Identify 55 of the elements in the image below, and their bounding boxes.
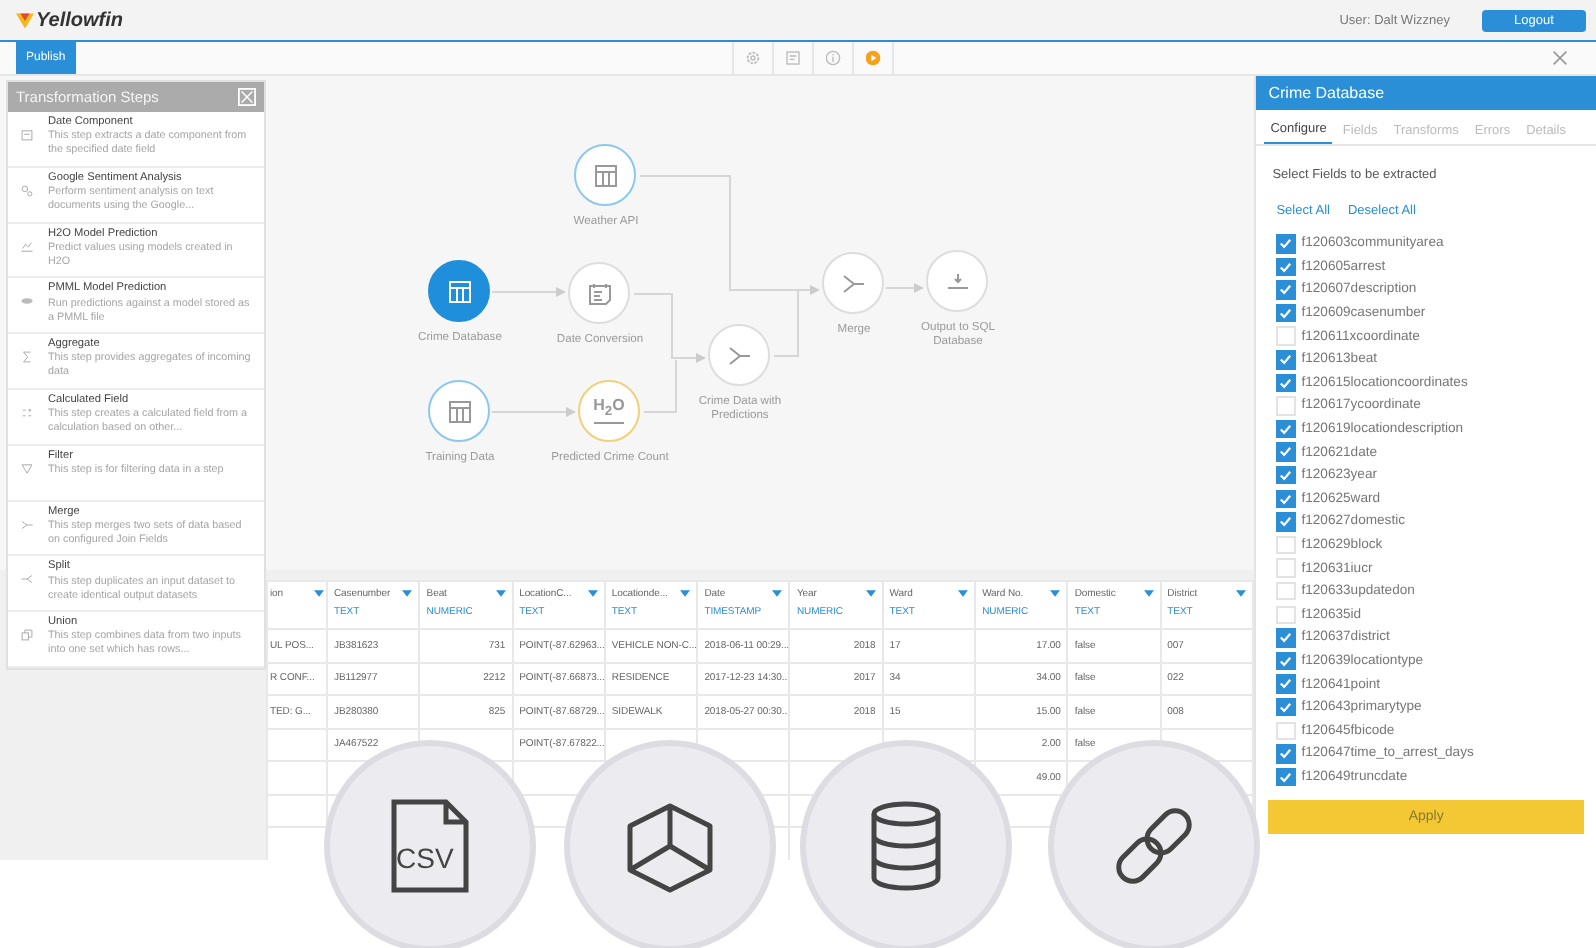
step-icon: [20, 405, 34, 420]
step-icon: [20, 239, 34, 254]
sort-icon[interactable]: [402, 590, 413, 598]
checkbox[interactable]: [1276, 257, 1296, 277]
checkbox[interactable]: [1276, 280, 1296, 300]
merge-icon: [839, 269, 867, 297]
close-icon[interactable]: [1552, 50, 1568, 66]
step-icon: [20, 628, 34, 643]
sort-icon[interactable]: [865, 590, 876, 598]
table-icon: [445, 397, 473, 425]
checkbox[interactable]: [1276, 767, 1296, 787]
logo: Yellowfin: [36, 9, 124, 31]
checkbox[interactable]: [1276, 697, 1296, 717]
checkbox[interactable]: [1276, 674, 1296, 694]
flow-node[interactable]: [428, 380, 490, 442]
checkbox[interactable]: [1276, 489, 1296, 509]
checkbox[interactable]: [1276, 465, 1296, 485]
step-icon: [20, 517, 34, 532]
checkbox[interactable]: [1276, 234, 1296, 254]
connector: [885, 283, 924, 293]
table-icon: [445, 277, 473, 305]
checkbox[interactable]: [1276, 373, 1296, 393]
checkbox[interactable]: [1276, 303, 1296, 323]
checkbox[interactable]: [1276, 350, 1296, 370]
sort-icon[interactable]: [495, 590, 506, 598]
calendar-icon: [585, 279, 613, 307]
flow-node[interactable]: [428, 260, 490, 322]
checkbox[interactable]: [1276, 512, 1296, 532]
step-icon: [20, 183, 34, 198]
sort-icon[interactable]: [1143, 590, 1154, 598]
sort-icon[interactable]: [1050, 590, 1061, 598]
connector: [491, 287, 566, 297]
checkbox[interactable]: [1276, 744, 1296, 764]
step-icon: [20, 461, 34, 476]
step-icon: [20, 128, 34, 142]
flow-node[interactable]: [574, 144, 636, 206]
sort-icon[interactable]: [314, 590, 324, 598]
sort-icon[interactable]: [680, 590, 691, 598]
sort-icon[interactable]: [958, 590, 969, 598]
panel-title: Crime Database: [1256, 76, 1596, 110]
checkbox[interactable]: [1276, 628, 1296, 648]
checkbox[interactable]: [1276, 442, 1296, 462]
step-icon: [20, 572, 34, 587]
merge-icon: [725, 341, 753, 369]
step-icon: [20, 294, 34, 309]
checkbox[interactable]: [1276, 419, 1296, 439]
table-icon: [591, 161, 619, 189]
checkbox[interactable]: [1276, 651, 1296, 671]
sort-icon[interactable]: [1236, 590, 1246, 598]
cube-icon: [622, 798, 718, 894]
logo-icon: [16, 11, 34, 29]
sort-icon[interactable]: [772, 590, 783, 598]
connector: [491, 407, 576, 417]
sort-icon[interactable]: [587, 590, 598, 598]
step-icon: [20, 350, 34, 365]
